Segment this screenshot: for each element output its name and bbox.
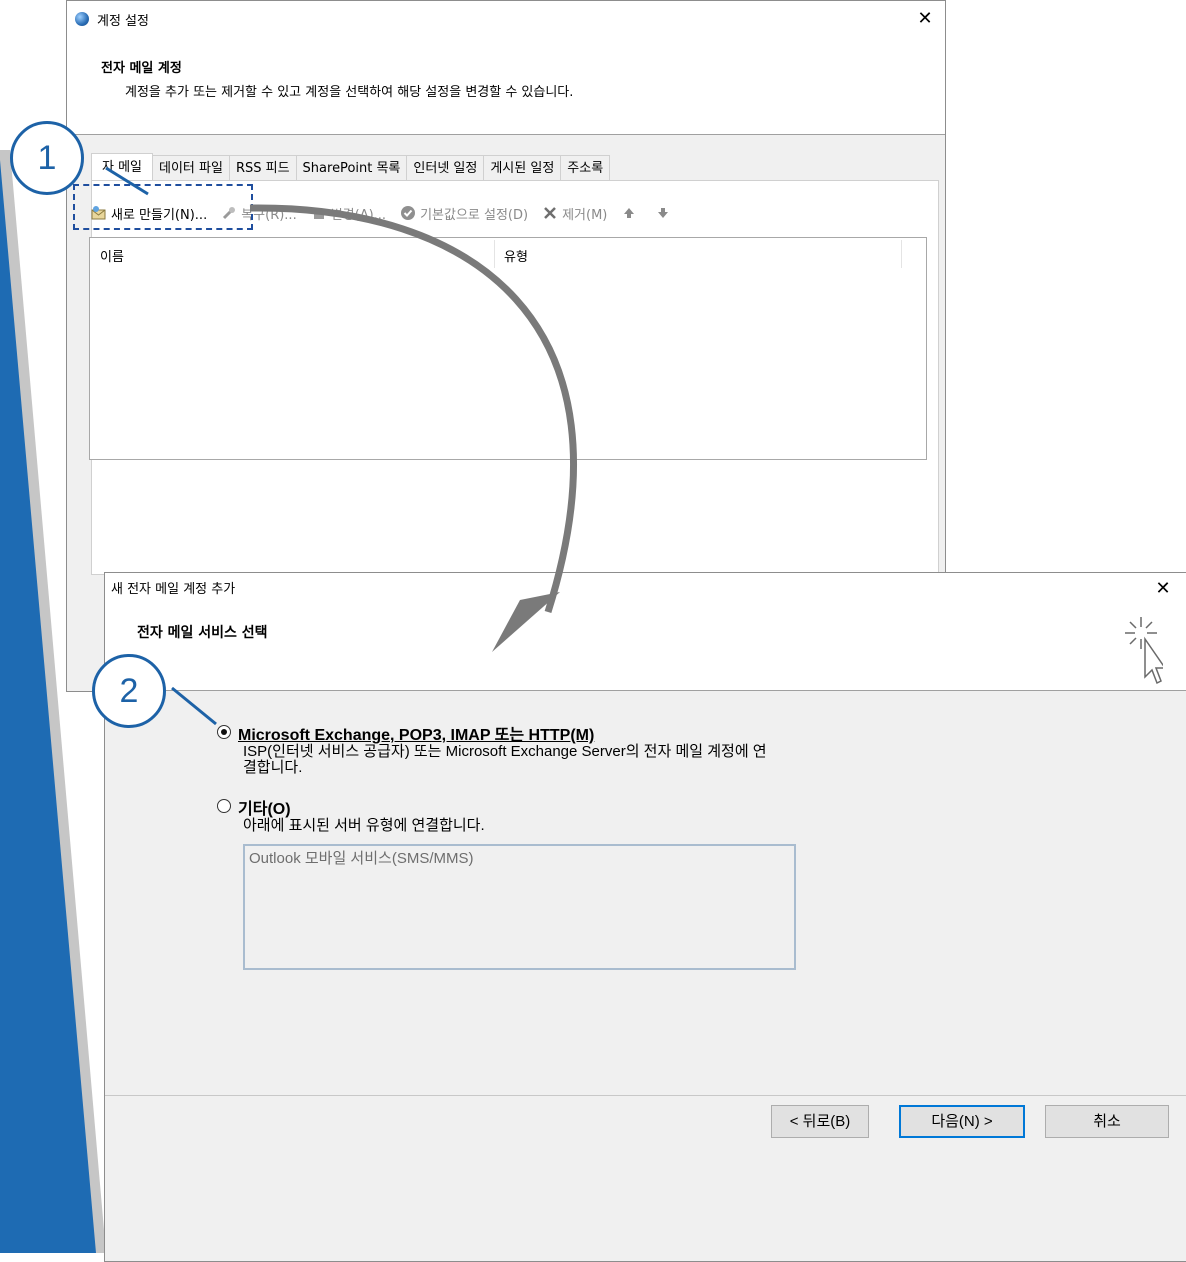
next-button[interactable]: 다음(N) > (899, 1105, 1025, 1138)
service-selection-area: Microsoft Exchange, POP3, IMAP 또는 HTTP(M… (105, 690, 1186, 1121)
arrow-up-icon (624, 208, 635, 218)
exchange-option-desc-1: ISP(인터넷 서비스 공급자) 또는 Microsoft Exchange S… (243, 743, 767, 760)
close-button[interactable]: ✕ (1149, 575, 1177, 603)
account-list[interactable]: 이름 유형 (89, 237, 927, 460)
tab-email[interactable]: 자 메일 (91, 153, 154, 180)
checkmark-circle-icon (401, 206, 416, 220)
move-down-button[interactable] (655, 205, 675, 221)
arrow-down-icon (658, 208, 669, 218)
cancel-button[interactable]: 취소 (1045, 1105, 1169, 1138)
tab-sharepoint-lists[interactable]: SharePoint 목록 (295, 155, 408, 180)
title-bar: 계정 설정 ✕ (67, 1, 945, 37)
section-title: 전자 메일 계정 (101, 61, 182, 76)
sparkle-cursor-icon (1125, 617, 1163, 685)
remove-x-icon (544, 207, 556, 219)
new-button-highlight (73, 184, 253, 230)
window-title: 계정 설정 (97, 14, 149, 29)
exchange-option-label[interactable]: Microsoft Exchange, POP3, IMAP 또는 HTTP(M… (238, 721, 594, 745)
list-header: 이름 유형 (90, 238, 926, 270)
step-1-callout: 1 (10, 121, 84, 195)
set-default-button[interactable]: 기본값으로 설정(D) (400, 204, 528, 223)
list-item[interactable]: Outlook 모바일 서비스(SMS/MMS) (249, 847, 790, 868)
change-settings-icon (313, 209, 324, 219)
remove-button[interactable]: 제거(M) (542, 204, 607, 223)
radio-other[interactable] (217, 799, 231, 813)
tab-data-files[interactable]: 데이터 파일 (152, 155, 230, 180)
set-default-label: 기본값으로 설정(D) (420, 207, 529, 223)
other-option-label[interactable]: 기타(O) (238, 795, 291, 819)
service-type-list[interactable]: Outlook 모바일 서비스(SMS/MMS) (243, 844, 796, 970)
other-option-desc: 아래에 표시된 서버 유형에 연결합니다. (243, 817, 485, 834)
outlook-globe-icon (75, 12, 89, 26)
section-description: 계정을 추가 또는 제거할 수 있고 계정을 선택하여 해당 설정을 변경할 수… (125, 85, 574, 100)
section-title: 전자 메일 서비스 선택 (137, 625, 268, 641)
close-button[interactable]: ✕ (911, 5, 939, 33)
remove-label: 제거(M) (562, 207, 608, 223)
radio-exchange[interactable] (217, 725, 231, 739)
step-2-callout: 2 (92, 654, 166, 728)
tab-published-calendars[interactable]: 게시된 일정 (483, 155, 562, 180)
column-type[interactable]: 유형 (504, 246, 528, 265)
tab-rss-feeds[interactable]: RSS 피드 (228, 155, 297, 180)
change-button[interactable]: 변경(A)... (311, 204, 386, 223)
button-bar: < 뒤로(B) 다음(N) > 취소 (105, 1095, 1186, 1261)
exchange-option-desc-2: 결합니다. (243, 759, 303, 776)
change-label: 변경(A)... (330, 207, 387, 223)
tab-internet-calendars[interactable]: 인터넷 일정 (406, 155, 485, 180)
column-divider (901, 240, 902, 268)
column-divider (494, 240, 495, 268)
move-up-button[interactable] (621, 205, 641, 221)
back-button[interactable]: < 뒤로(B) (771, 1105, 869, 1138)
window-title: 새 전자 메일 계정 추가 (111, 582, 236, 597)
tab-strip: 자 메일 데이터 파일 RSS 피드 SharePoint 목록 인터넷 일정 … (91, 153, 611, 181)
add-account-window: 새 전자 메일 계정 추가 ✕ 전자 메일 서비스 선택 Microsoft E… (104, 572, 1186, 1262)
column-name[interactable]: 이름 (100, 246, 124, 265)
exchange-option-text: Microsoft Exchange, POP3, IMAP 또는 HTTP(M… (238, 727, 595, 744)
tab-address-books[interactable]: 주소록 (560, 155, 611, 180)
